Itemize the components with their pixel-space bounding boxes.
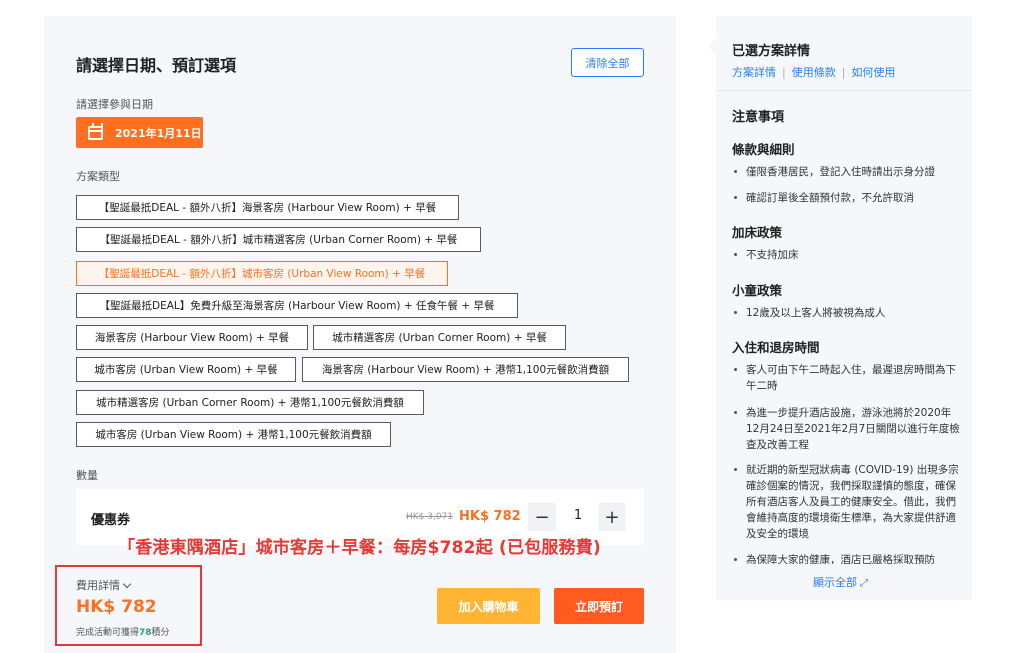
chevron-down-icon (122, 579, 132, 589)
panel-pointer (708, 38, 716, 54)
package-option[interactable]: 城市精選客房 (Urban Corner Room) + 港幣1,100元餐飲消… (76, 390, 424, 415)
package-label: 方案類型 (76, 170, 120, 183)
clear-all-button[interactable]: 清除全部 (571, 48, 644, 77)
notes-heading: 注意事項 (732, 110, 785, 125)
points-prefix: 完成活動可獲得 (76, 628, 140, 638)
list-item: 為進一步提升酒店設施，游泳池將於2020年12月24日至2021年2月7日關閉以… (734, 405, 960, 453)
calendar-icon (88, 122, 103, 140)
points-suffix: 積分 (151, 628, 170, 638)
package-option[interactable]: 城市精選客房 (Urban Corner Room) + 早餐 (313, 325, 566, 350)
details-scroll-area[interactable]: 已選方案詳情 方案詳情 | 使用條款 | 如何使用 注意事項 條款與細則 僅限香港居民，… (716, 16, 972, 564)
list-item: 就近期的新型冠狀病毒 (COVID-19) 出現多宗確診個案的情況，我們採取謹慎… (734, 462, 960, 542)
total-price: HK$ 782 (76, 597, 157, 617)
link-package-details[interactable]: 方案詳情 (732, 66, 776, 79)
package-option[interactable]: 海景客房 (Harbour View Room) + 港幣1,100元餐飲消費額 (302, 357, 629, 382)
selected-date: 2021年1月11日 (115, 126, 202, 140)
item-name: 優惠券 (91, 513, 131, 528)
extra-bed-heading: 加床政策 (732, 225, 783, 240)
list-item: 確認訂單後全額預付款，不允許取消 (734, 190, 960, 206)
link-separator: | (841, 66, 846, 79)
link-terms-of-use[interactable]: 使用條款 (792, 66, 836, 79)
list-item: 不支持加床 (734, 247, 960, 263)
date-label: 請選擇參與日期 (76, 98, 153, 111)
checkin-heading: 入住和退房時間 (732, 340, 820, 355)
original-price: HK$ 3,071 (406, 512, 454, 522)
package-option[interactable]: 海景客房 (Harbour View Room) + 早餐 (76, 325, 308, 350)
link-how-to-use[interactable]: 如何使用 (851, 66, 895, 79)
child-policy-heading: 小童政策 (732, 283, 783, 298)
list-item: 僅限香港居民，登記入住時請出示身分證 (734, 164, 960, 180)
details-links: 方案詳情 | 使用條款 | 如何使用 (732, 64, 895, 80)
page-title: 請選擇日期、預訂選項 (76, 56, 237, 75)
discount-price: HK$ 782 (459, 509, 521, 524)
quantity-value: 1 (573, 508, 583, 523)
package-option[interactable]: 城市客房 (Urban View Room) + 早餐 (76, 357, 296, 382)
show-all-link[interactable]: 顯示全部 ⤢ (813, 574, 868, 590)
expand-icon: ⤢ (860, 578, 868, 589)
decrease-quantity-button[interactable]: − (528, 503, 556, 531)
package-option[interactable]: 【聖誕最抵DEAL - 額外八折】海景客房 (Harbour View Room… (76, 195, 459, 220)
fee-summary: 費用詳情 HK$ 782 完成活動可獲得78積分 (55, 565, 202, 646)
link-separator: | (782, 66, 786, 79)
package-option[interactable]: 【聖誕最抵DEAL - 額外八折】城市精選客房 (Urban Corner Ro… (76, 227, 481, 252)
promo-caption: 「香港東隅酒店」城市客房＋早餐：每房$782起 (已包服務費) (118, 538, 601, 558)
divider (716, 90, 972, 91)
package-details-panel: 已選方案詳情 方案詳情 | 使用條款 | 如何使用 注意事項 條款與細則 僅限香港居民，… (708, 16, 972, 600)
list-item: 12歲及以上客人將被視為成人 (734, 305, 960, 321)
list-item: 為保障大家的健康，酒店已嚴格採取預防 (734, 552, 960, 564)
package-option[interactable]: 【聖誕最抵DEAL】免費升級至海景客房 (Harbour View Room) … (76, 293, 518, 318)
date-picker-button[interactable]: 2021年1月11日 (76, 117, 203, 148)
terms-heading: 條款與細則 (732, 142, 795, 157)
points-note: 完成活動可獲得78積分 (76, 625, 170, 638)
book-now-button[interactable]: 立即預訂 (554, 588, 644, 624)
quantity-label: 數量 (76, 469, 98, 482)
fee-details-toggle[interactable]: 費用詳情 (76, 577, 132, 593)
fee-details-label: 費用詳情 (76, 579, 120, 592)
increase-quantity-button[interactable]: + (598, 503, 626, 531)
details-title: 已選方案詳情 (732, 44, 811, 59)
package-option-selected[interactable]: 【聖誕最抵DEAL - 額外八折】城市客房 (Urban View Room) … (76, 261, 448, 286)
list-item: 客人可由下午二時起入住，最遲退房時間為下午二時 (734, 362, 960, 394)
points-value: 78 (139, 628, 152, 638)
show-all-label: 顯示全部 (813, 576, 857, 589)
add-to-cart-button[interactable]: 加入購物車 (437, 588, 540, 624)
package-option[interactable]: 城市客房 (Urban View Room) + 港幣1,100元餐飲消費額 (76, 422, 391, 447)
